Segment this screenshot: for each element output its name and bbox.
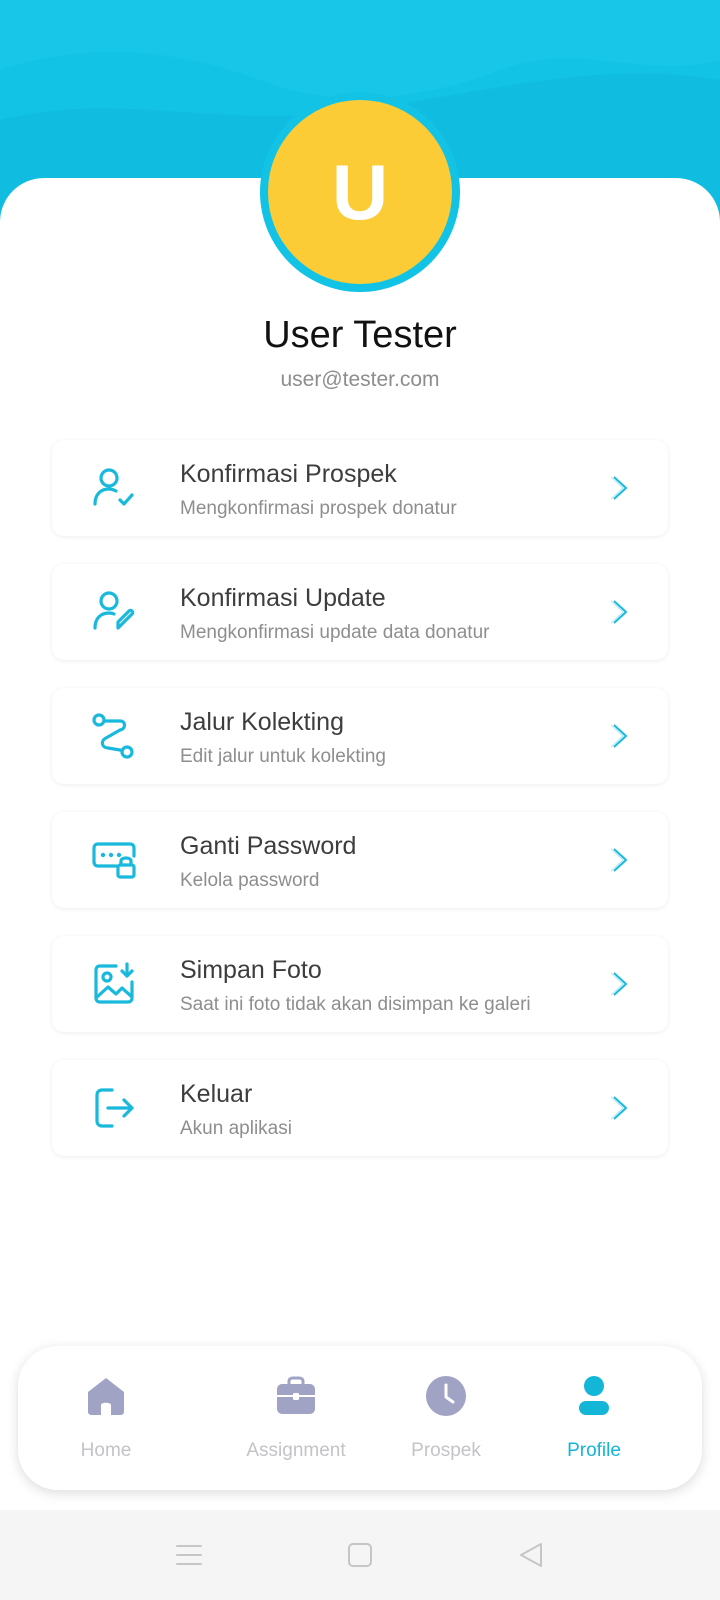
menu-subtitle: Mengkonfirmasi prospek donatur	[180, 498, 457, 519]
menu-title: Simpan Foto	[180, 956, 322, 984]
chevron-right-icon	[610, 600, 627, 624]
menu-title: Konfirmasi Prospek	[180, 460, 397, 488]
nav-item-assignment[interactable]: Assignment	[196, 1346, 396, 1490]
user-edit-icon	[93, 591, 135, 630]
user-name: User Tester	[263, 314, 457, 356]
nav-label: Assignment	[246, 1440, 346, 1461]
menu-subtitle: Kelola password	[180, 870, 320, 891]
chevron-right-icon	[610, 1096, 627, 1120]
password-lock-icon	[92, 842, 136, 879]
route-icon	[92, 713, 134, 759]
menu-icon[interactable]	[174, 1540, 204, 1570]
menu-subtitle: Edit jalur untuk kolekting	[180, 746, 386, 767]
system-navigation-bar	[0, 1510, 720, 1600]
nav-label-active: Profile	[567, 1440, 621, 1461]
user-check-icon	[93, 468, 134, 506]
home-icon	[88, 1378, 124, 1415]
briefcase-icon	[277, 1376, 315, 1414]
chevron-right-icon	[610, 848, 627, 872]
chevron-right-icon	[610, 972, 627, 996]
nav-label: Prospek	[411, 1440, 481, 1461]
menu-item-konfirmasi-update[interactable]: Konfirmasi Update Mengkonfirmasi update …	[52, 564, 668, 660]
menu-title: Konfirmasi Update	[180, 584, 386, 612]
menu-item-jalur-kolekting[interactable]: Jalur Kolekting Edit jalur untuk kolekti…	[52, 688, 668, 784]
menu-subtitle: Akun aplikasi	[180, 1118, 292, 1139]
chevron-right-icon	[610, 724, 627, 748]
menu-item-ganti-password[interactable]: Ganti Password Kelola password	[52, 812, 668, 908]
menu-item-konfirmasi-prospek[interactable]: Konfirmasi Prospek Mengkonfirmasi prospe…	[52, 440, 668, 536]
avatar[interactable]: U	[268, 100, 452, 284]
menu-subtitle: Saat ini foto tidak akan disimpan ke gal…	[180, 994, 531, 1015]
menu-title: Jalur Kolekting	[180, 708, 344, 736]
person-icon	[579, 1376, 609, 1415]
menu-title: Ganti Password	[180, 832, 357, 860]
menu-item-simpan-foto[interactable]: Simpan Foto Saat ini foto tidak akan dis…	[52, 936, 668, 1032]
image-download-icon	[94, 962, 134, 1004]
nav-item-profile[interactable]: Profile	[530, 1346, 658, 1490]
square-icon[interactable]	[345, 1540, 375, 1570]
logout-icon	[95, 1088, 134, 1128]
chevron-right-icon	[610, 476, 627, 500]
back-triangle-icon[interactable]	[516, 1540, 546, 1570]
nav-item-prospek[interactable]: Prospek	[382, 1346, 510, 1490]
nav-item-home[interactable]: Home	[34, 1346, 178, 1490]
nav-label: Home	[80, 1440, 132, 1461]
clock-icon	[426, 1376, 466, 1416]
bottom-navigation: Home Assignment Prospek Profile	[18, 1346, 702, 1490]
user-email: user@tester.com	[280, 368, 440, 391]
menu-title: Keluar	[180, 1080, 253, 1108]
menu-item-keluar[interactable]: Keluar Akun aplikasi	[52, 1060, 668, 1156]
menu-subtitle: Mengkonfirmasi update data donatur	[180, 622, 490, 643]
